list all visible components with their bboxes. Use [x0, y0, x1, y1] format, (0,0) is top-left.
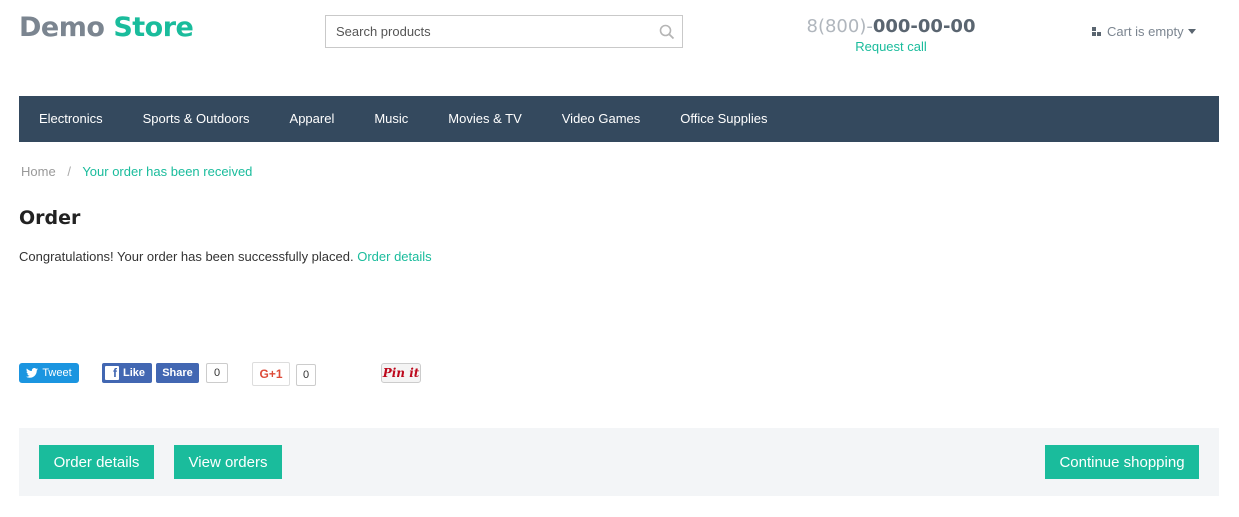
order-details-button[interactable]: Order details: [39, 445, 154, 479]
page: Demo Store 8(800)-000-00-00 Request call…: [0, 0, 1239, 517]
chevron-down-icon: [1187, 29, 1196, 34]
facebook-share-button[interactable]: Share: [156, 363, 199, 383]
nav-item-music[interactable]: Music: [354, 96, 428, 142]
phone-prefix: 8(800)-: [806, 16, 873, 37]
nav-item-apparel[interactable]: Apparel: [270, 96, 355, 142]
view-orders-button[interactable]: View orders: [174, 445, 282, 479]
twitter-icon: [26, 368, 39, 378]
store-logo[interactable]: Demo Store: [19, 12, 194, 43]
facebook-icon: f: [105, 366, 119, 380]
request-call-link[interactable]: Request call: [795, 39, 987, 54]
tweet-button[interactable]: Tweet: [19, 363, 79, 383]
tweet-label: Tweet: [42, 367, 72, 379]
phone-number: 8(800)-000-00-00: [795, 16, 987, 37]
cart-label: Cart is empty: [1107, 24, 1184, 39]
facebook-share-count: 0: [206, 363, 228, 383]
google-plus-button[interactable]: G+1: [252, 362, 290, 386]
google-plus-count: 0: [296, 364, 316, 386]
search-input[interactable]: [326, 16, 652, 47]
success-text: Congratulations! Your order has been suc…: [19, 249, 354, 264]
nav-item-office-supplies[interactable]: Office Supplies: [660, 96, 787, 142]
page-title: Order: [19, 207, 81, 229]
breadcrumb: Home / Your order has been received: [21, 164, 252, 179]
nav-item-movies-tv[interactable]: Movies & TV: [428, 96, 541, 142]
search-icon[interactable]: [652, 24, 682, 40]
nav-item-electronics[interactable]: Electronics: [19, 96, 123, 142]
phone-main: 000-00-00: [872, 16, 976, 37]
breadcrumb-current: Your order has been received: [82, 164, 253, 179]
breadcrumb-separator: /: [67, 164, 71, 179]
logo-word-store: Store: [113, 12, 194, 43]
fb-like-label: Like: [123, 367, 146, 379]
order-success-message: Congratulations! Your order has been suc…: [19, 249, 432, 264]
cart-icon: [1092, 27, 1101, 36]
order-details-link[interactable]: Order details: [357, 249, 431, 264]
continue-shopping-button[interactable]: Continue shopping: [1045, 445, 1199, 479]
pinterest-button[interactable]: Pin it: [381, 363, 421, 383]
main-nav: Electronics Sports & Outdoors Apparel Mu…: [19, 96, 1219, 142]
search-box: [325, 15, 683, 48]
cart-dropdown[interactable]: Cart is empty: [1092, 24, 1196, 39]
nav-item-video-games[interactable]: Video Games: [542, 96, 661, 142]
logo-word-demo: Demo: [19, 12, 105, 43]
nav-item-sports-outdoors[interactable]: Sports & Outdoors: [123, 96, 270, 142]
breadcrumb-home[interactable]: Home: [21, 164, 56, 179]
phone-block: 8(800)-000-00-00 Request call: [795, 16, 987, 54]
facebook-like-button[interactable]: f Like: [102, 363, 152, 383]
order-actions-bar: Order details View orders Continue shopp…: [19, 428, 1219, 496]
